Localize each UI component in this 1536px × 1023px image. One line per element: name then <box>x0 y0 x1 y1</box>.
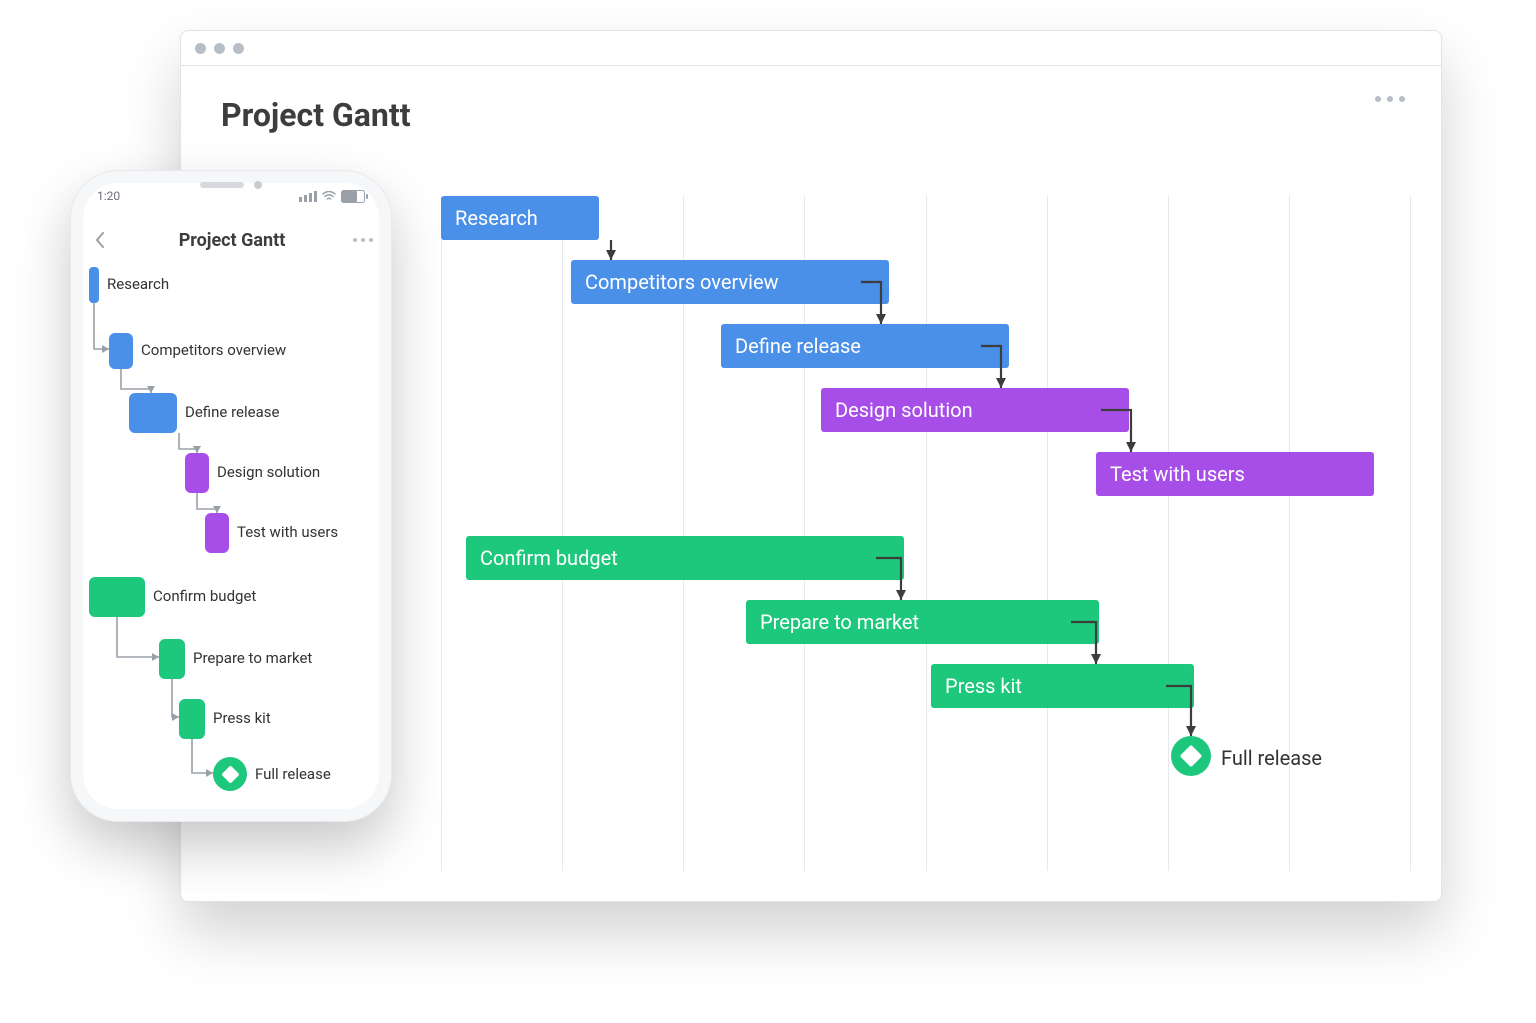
bar-label: Confirm budget <box>153 587 256 605</box>
gantt-chart: Research Competitors overview Define rel… <box>441 196 1411 871</box>
dots-icon <box>369 238 373 242</box>
bar-label: Competitors overview <box>585 270 779 294</box>
gantt-bar-define-release[interactable] <box>129 393 177 433</box>
bar-label: Prepare to market <box>760 610 919 634</box>
bar-label: Test with users <box>237 523 338 541</box>
phone-menu-button[interactable] <box>353 238 373 242</box>
dots-icon <box>361 238 365 242</box>
window-titlebar <box>181 31 1441 66</box>
bar-label: Design solution <box>835 398 973 422</box>
milestone-label: Full release <box>1221 746 1322 770</box>
gantt-bar-design-solution[interactable] <box>185 453 209 493</box>
camera-icon <box>254 181 262 189</box>
gantt-bar-research[interactable] <box>89 267 99 303</box>
phone-notch <box>200 181 262 189</box>
battery-icon <box>341 190 365 203</box>
bar-label: Define release <box>185 403 279 421</box>
bar-label: Prepare to market <box>193 649 312 667</box>
dots-icon <box>1375 96 1381 102</box>
gantt-bars: Research Competitors overview Define rel… <box>441 196 1411 871</box>
wifi-icon <box>322 191 336 201</box>
back-button[interactable] <box>89 229 111 251</box>
signal-icon <box>299 191 317 202</box>
bar-label: Research <box>455 206 538 230</box>
phone-page-title: Project Gantt <box>179 230 286 251</box>
page-menu-button[interactable] <box>1375 96 1405 102</box>
gantt-bar-define-release[interactable]: Define release <box>721 324 1009 368</box>
gantt-bar-prepare-market[interactable] <box>159 639 185 679</box>
gantt-bar-confirm-budget[interactable] <box>89 577 145 617</box>
dots-icon <box>353 238 357 242</box>
gantt-bar-prepare-market[interactable]: Prepare to market <box>746 600 1099 644</box>
bar-label: Research <box>107 275 169 293</box>
bar-label: Press kit <box>945 674 1022 698</box>
bar-label: Competitors overview <box>141 341 286 359</box>
phone-device: 1:20 Project Gantt Research Competitors … <box>70 170 392 822</box>
gantt-bar-confirm-budget[interactable]: Confirm budget <box>466 536 904 580</box>
traffic-light-min[interactable] <box>214 43 225 54</box>
traffic-light-max[interactable] <box>233 43 244 54</box>
gantt-milestone-full-release[interactable] <box>1171 736 1211 776</box>
gantt-bar-press-kit[interactable]: Press kit <box>931 664 1194 708</box>
gantt-bar-press-kit[interactable] <box>179 699 205 739</box>
bar-label: Confirm budget <box>480 546 618 570</box>
phone-gantt: Research Competitors overview Define rel… <box>89 267 373 797</box>
bar-label: Design solution <box>217 463 320 481</box>
gantt-bar-test-users[interactable] <box>205 513 229 553</box>
milestone-label: Full release <box>255 765 331 783</box>
bar-label: Define release <box>735 334 861 358</box>
phone-time: 1:20 <box>97 189 120 203</box>
gantt-bar-test-users[interactable]: Test with users <box>1096 452 1374 496</box>
phone-status-bar: 1:20 <box>97 189 365 203</box>
status-icons <box>299 190 365 203</box>
traffic-light-close[interactable] <box>195 43 206 54</box>
gantt-bar-research[interactable]: Research <box>441 196 599 240</box>
gantt-bar-competitors[interactable] <box>109 333 133 369</box>
gantt-bar-competitors[interactable]: Competitors overview <box>571 260 889 304</box>
chevron-left-icon <box>95 232 105 248</box>
gantt-milestone-full-release[interactable] <box>213 757 247 791</box>
bar-label: Press kit <box>213 709 271 727</box>
phone-header: Project Gantt <box>89 219 373 261</box>
bar-label: Test with users <box>1110 462 1245 486</box>
speaker-icon <box>200 182 244 188</box>
gantt-bar-design-solution[interactable]: Design solution <box>821 388 1129 432</box>
dots-icon <box>1387 96 1393 102</box>
dots-icon <box>1399 96 1405 102</box>
page-title: Project Gantt <box>221 96 1401 134</box>
